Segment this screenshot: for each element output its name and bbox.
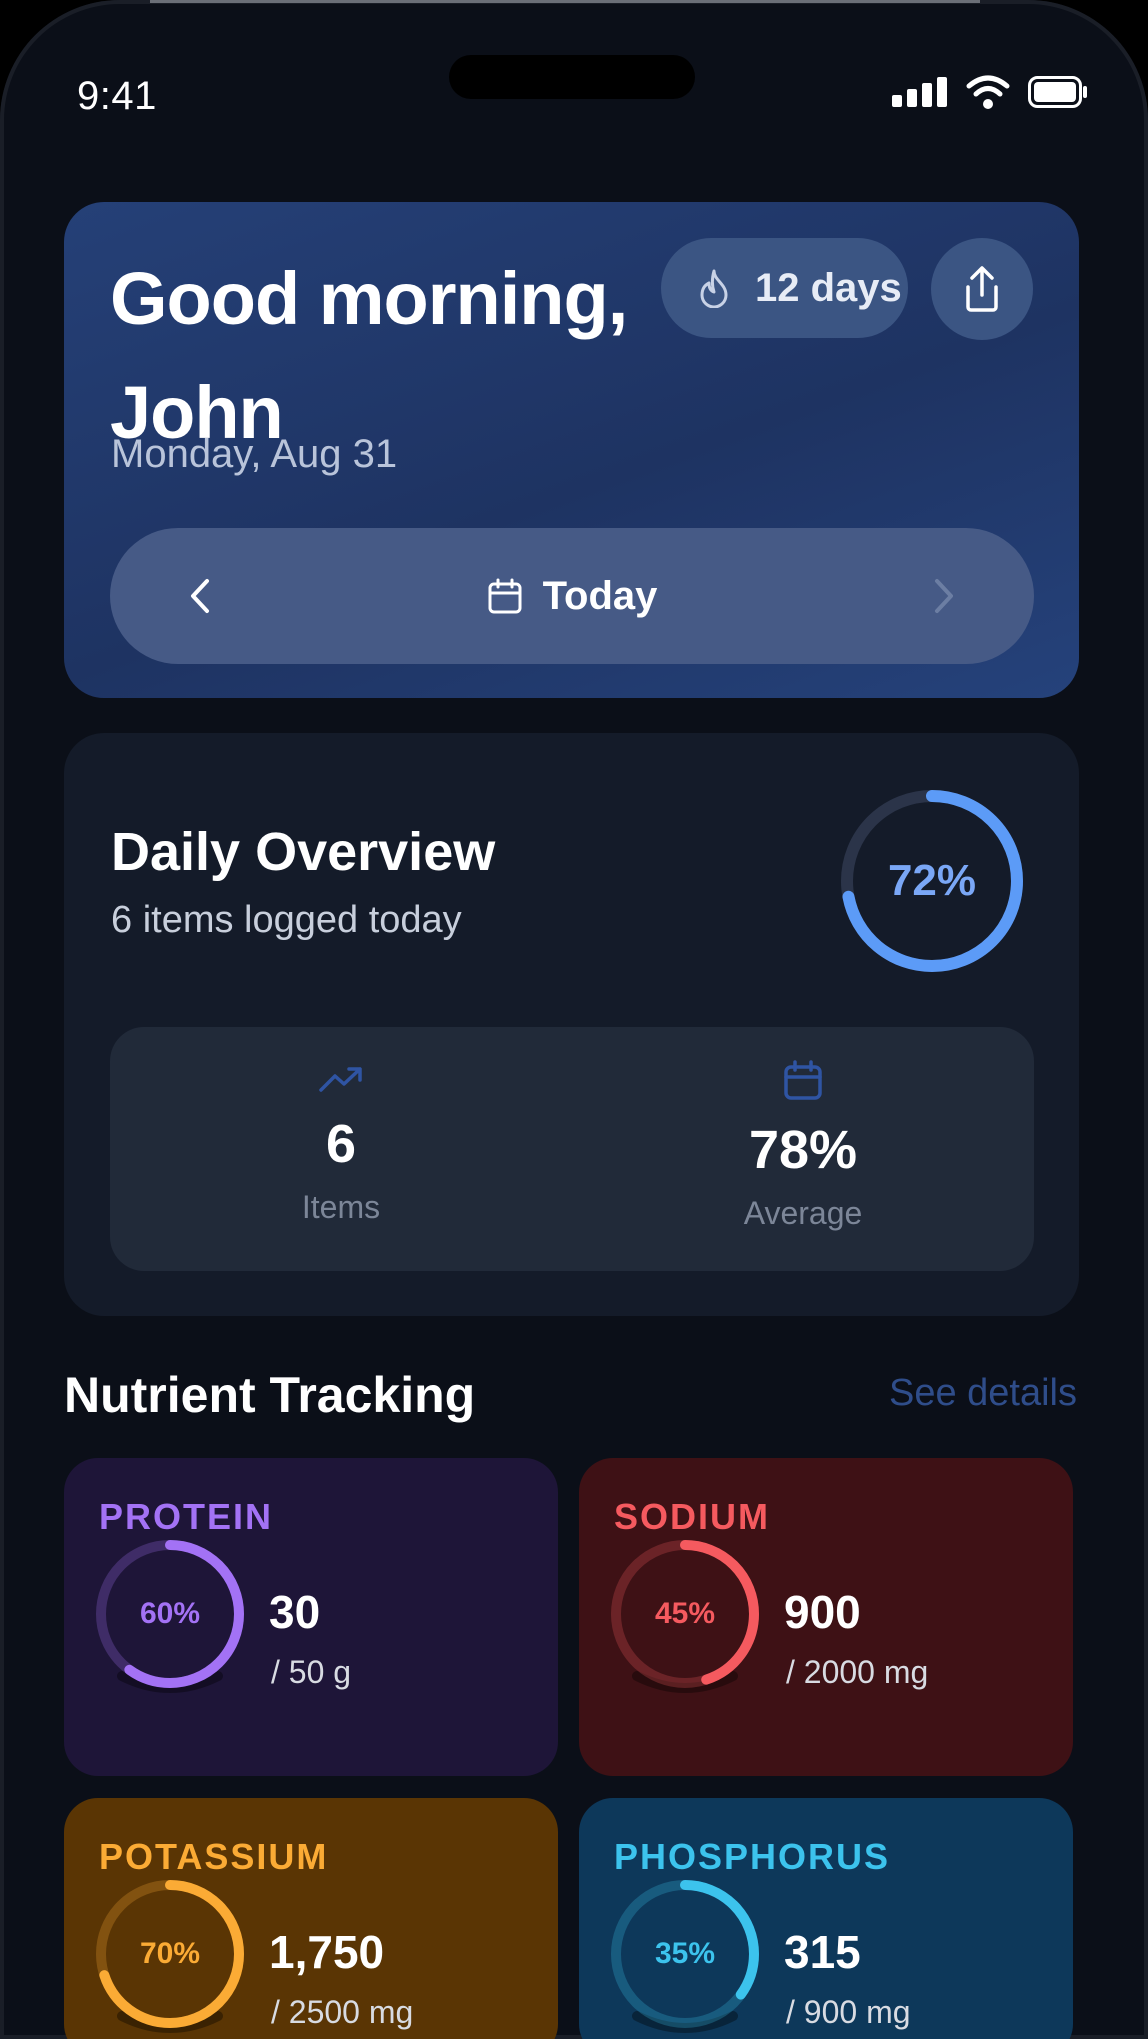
current-date: Monday, Aug 31 [111, 432, 398, 476]
stat-average: 78% Average [572, 1027, 1034, 1271]
nutrient-name: POTASSIUM [99, 1836, 329, 1877]
chevron-left-icon [191, 579, 209, 613]
date-navigator: Today [110, 528, 1034, 664]
nutrient-percent: 60% [139, 1597, 201, 1630]
nutrient-name: PHOSPHORUS [614, 1836, 891, 1877]
battery-icon [1028, 76, 1087, 108]
nutrient-section-title: Nutrient Tracking [64, 1367, 476, 1423]
nutrient-value: 1,750 [269, 1926, 385, 1978]
trending-up-icon [319, 1067, 362, 1092]
flame-icon [700, 269, 728, 308]
see-details-link[interactable]: See details [889, 1372, 1077, 1415]
nutrient-percent: 35% [654, 1937, 716, 1970]
nutrient-value: 30 [269, 1586, 321, 1638]
status-icons [892, 74, 1088, 110]
nutrient-target: / 2500 mg [271, 1994, 414, 2030]
calendar-icon [488, 578, 522, 614]
status-time: 9:41 [77, 74, 157, 118]
nutrient-card-potassium[interactable]: POTASSIUM 70% 1,750 / 2500 mg [64, 1798, 558, 2039]
today-label: Today [542, 573, 658, 618]
today-selector[interactable]: Today [487, 573, 658, 619]
signal-icon [892, 77, 947, 107]
overview-stats: 6 Items 78% Average [110, 1027, 1034, 1271]
frame-edge [150, 0, 980, 3]
stat-average-value: 78% [748, 1120, 858, 1180]
stat-average-label: Average [743, 1195, 863, 1231]
wifi-icon [966, 75, 1010, 109]
nutrient-value: 315 [784, 1926, 861, 1978]
next-day-button[interactable] [920, 572, 968, 620]
overview-title: Daily Overview [111, 822, 496, 882]
nutrient-percent: 70% [139, 1937, 201, 1970]
daily-overview-card: Daily Overview 6 items logged today 72% … [64, 733, 1079, 1316]
previous-day-button[interactable] [176, 572, 224, 620]
calendar-icon [784, 1060, 822, 1100]
nutrient-name: PROTEIN [99, 1496, 274, 1537]
stat-items: 6 Items [110, 1027, 572, 1271]
nutrient-card-sodium[interactable]: SODIUM 45% 900 / 2000 mg [579, 1458, 1073, 1776]
nutrient-percent: 45% [654, 1597, 716, 1630]
share-icon [966, 266, 998, 312]
stat-items-value: 6 [325, 1114, 357, 1174]
overview-progress-label: 72% [887, 856, 977, 905]
streak-badge[interactable]: 12 days [661, 238, 908, 338]
stat-items-label: Items [301, 1189, 381, 1225]
nutrient-card-phosphorus[interactable]: PHOSPHORUS 35% 315 / 900 mg [579, 1798, 1073, 2039]
share-button[interactable] [931, 238, 1033, 340]
nutrient-target: / 2000 mg [786, 1654, 929, 1690]
nutrient-target: / 50 g [271, 1654, 352, 1690]
streak-label: 12 days [755, 265, 902, 310]
greeting-card: Good morning, John Monday, Aug 31 12 day… [64, 202, 1079, 698]
nutrient-value: 900 [784, 1586, 861, 1638]
nutrient-name: SODIUM [614, 1496, 770, 1537]
phone-screen: 9:41 Good morning, John Monday, Aug 31 1… [0, 0, 1148, 2039]
nutrient-target: / 900 mg [786, 1994, 911, 2030]
dynamic-island [449, 55, 695, 99]
nutrient-card-protein[interactable]: PROTEIN 60% 30 / 50 g [64, 1458, 558, 1776]
overview-subtitle: 6 items logged today [111, 899, 462, 941]
chevron-right-icon [935, 579, 953, 613]
